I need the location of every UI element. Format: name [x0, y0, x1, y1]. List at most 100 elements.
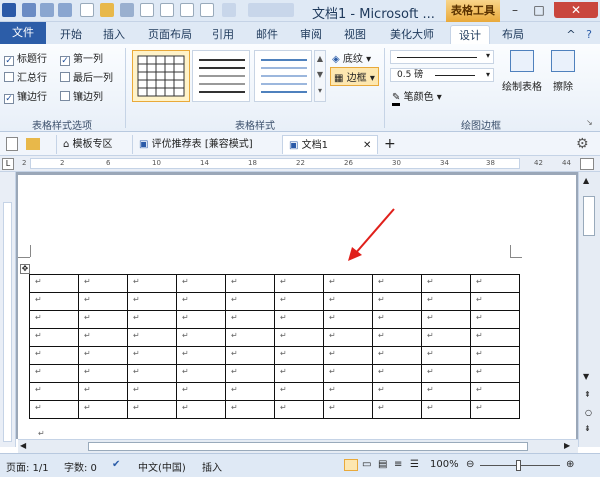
table-cell[interactable]: ↵ — [421, 310, 471, 329]
table-cell[interactable]: ↵ — [127, 310, 177, 329]
tab-page-layout[interactable]: 页面布局 — [140, 25, 200, 44]
table-cell[interactable]: ↵ — [29, 328, 79, 347]
table-cell[interactable]: ↵ — [421, 364, 471, 383]
prev-page-icon[interactable]: ⇞ — [584, 390, 591, 399]
shading-button[interactable]: ◈ 底纹 ▾ — [332, 50, 371, 65]
borders-qat-icon[interactable] — [248, 3, 294, 17]
table-cell[interactable]: ↵ — [176, 364, 226, 383]
table-cell[interactable]: ↵ — [29, 382, 79, 401]
gear-icon[interactable]: ⚙ — [576, 135, 589, 154]
table-cell[interactable]: ↵ — [470, 328, 520, 347]
table-cell[interactable]: ↵ — [274, 328, 324, 347]
table-cell[interactable]: ↵ — [274, 346, 324, 365]
table-cell[interactable]: ↵ — [176, 274, 226, 293]
style-gallery-scroll[interactable]: ▲ ▼ ▾ — [314, 50, 326, 102]
table-cell[interactable]: ↵ — [78, 382, 128, 401]
table-cell[interactable]: ↵ — [470, 400, 520, 419]
table-cell[interactable]: ↵ — [225, 274, 275, 293]
zoom-level[interactable]: 100% — [430, 459, 459, 470]
table-cell[interactable]: ↵ — [78, 346, 128, 365]
open-icon[interactable] — [100, 3, 114, 17]
table-cell[interactable]: ↵ — [29, 292, 79, 311]
table-cell[interactable]: ↵ — [372, 346, 422, 365]
first-column-checkbox[interactable]: ✓ 第一列 — [60, 50, 103, 66]
table-cell[interactable]: ↵ — [176, 310, 226, 329]
table-cell[interactable]: ↵ — [78, 274, 128, 293]
page-count[interactable]: 页面: 1/1 — [6, 459, 49, 474]
table-cell[interactable]: ↵ — [470, 382, 520, 401]
table-cell[interactable]: ↵ — [78, 310, 128, 329]
table-cell[interactable]: ↵ — [372, 382, 422, 401]
scroll-left-icon[interactable]: ◀ — [20, 441, 26, 450]
format-icon[interactable] — [222, 3, 236, 17]
table-cell[interactable]: ↵ — [274, 310, 324, 329]
tab-layout[interactable]: 布局 — [496, 25, 530, 44]
vertical-scrollbar[interactable]: ▲ ▼ ⇞ ○ ⇟ — [578, 172, 600, 447]
table-cell[interactable]: ↵ — [372, 400, 422, 419]
table-icon[interactable] — [140, 3, 154, 17]
close-button[interactable]: ✕ — [554, 2, 598, 18]
last-column-checkbox[interactable]: 最后一列 — [60, 69, 113, 84]
table-style-light-blue[interactable] — [254, 50, 312, 102]
draft-icon[interactable]: ☰ — [410, 459, 419, 470]
table-cell[interactable]: ↵ — [127, 292, 177, 311]
table-cell[interactable]: ↵ — [470, 364, 520, 383]
table-cell[interactable]: ↵ — [323, 328, 373, 347]
minimize-button[interactable]: – — [504, 2, 526, 18]
table-cell[interactable]: ↵ — [323, 274, 373, 293]
view-ruler-icon[interactable] — [580, 158, 594, 170]
document-table[interactable]: ↵ ↵ ↵ ↵ ↵ ↵ ↵ ↵ ↵ ↵ ↵ ↵ ↵ ↵ ↵ ↵ ↵ ↵ ↵ ↵ ↵ ↵ ↵ ↵ ↵ ↵ ↵ ↵ ↵ ↵ ↵ ↵ ↵ ↵ ↵ ↵ ↵ ↵ ↵ ↵… — [29, 274, 520, 419]
tab-file[interactable]: 文件 — [0, 22, 46, 44]
print-layout-icon[interactable] — [344, 459, 358, 471]
add-tab-button[interactable]: + — [384, 135, 396, 154]
table-cell[interactable]: ↵ — [225, 310, 275, 329]
table-cell[interactable]: ↵ — [176, 400, 226, 419]
table-cell[interactable]: ↵ — [78, 328, 128, 347]
table-cell[interactable]: ↵ — [274, 364, 324, 383]
folder-icon[interactable] — [26, 138, 40, 150]
table-cell[interactable]: ↵ — [470, 274, 520, 293]
scroll-down-icon[interactable]: ▼ — [583, 372, 589, 381]
next-page-icon[interactable]: ⇟ — [584, 424, 591, 433]
table-cell[interactable]: ↵ — [421, 346, 471, 365]
web-layout-icon[interactable]: ▤ — [378, 459, 387, 470]
insert-mode[interactable]: 插入 — [202, 459, 222, 474]
table-style-grid[interactable] — [132, 50, 190, 102]
zoom-out-icon[interactable]: ⊖ — [466, 459, 474, 470]
table-cell[interactable]: ↵ — [127, 328, 177, 347]
outline-icon[interactable]: ≡ — [394, 459, 402, 470]
table-cell[interactable]: ↵ — [323, 292, 373, 311]
table-cell[interactable]: ↵ — [78, 400, 128, 419]
close-tab-icon[interactable]: ✕ — [363, 136, 371, 155]
maximize-button[interactable]: □ — [528, 2, 550, 18]
insert-table-icon[interactable] — [180, 3, 194, 17]
full-screen-icon[interactable]: ▭ — [362, 459, 371, 470]
save-icon[interactable] — [22, 3, 36, 17]
zoom-in-icon[interactable]: ⊕ — [566, 459, 574, 470]
tab-mailings[interactable]: 邮件 — [250, 25, 284, 44]
table-cell[interactable]: ↵ — [470, 310, 520, 329]
table-cell[interactable]: ↵ — [274, 274, 324, 293]
borders-button[interactable]: ▦ 边框 ▾ — [330, 67, 379, 86]
new-document-icon[interactable] — [6, 137, 18, 151]
pen-weight-dropdown[interactable]: 0.5 磅 ▾ — [390, 68, 494, 82]
word-count[interactable]: 字数: 0 — [64, 459, 97, 474]
table-cell[interactable]: ↵ — [274, 382, 324, 401]
undo-icon[interactable] — [40, 3, 54, 17]
table-cell[interactable]: ↵ — [176, 328, 226, 347]
table-cell[interactable]: ↵ — [470, 346, 520, 365]
tab-design[interactable]: 设计 — [450, 25, 490, 44]
scrollbar-thumb[interactable] — [583, 196, 595, 236]
table-cell[interactable]: ↵ — [29, 346, 79, 365]
tab-beautify[interactable]: 美化大师 — [384, 25, 440, 44]
table-cell[interactable]: ↵ — [372, 328, 422, 347]
table-cell[interactable]: ↵ — [421, 292, 471, 311]
tab-template-zone[interactable]: ⌂ 模板专区 — [56, 135, 128, 154]
horizontal-ruler[interactable]: L 2 2 6 10 14 18 22 26 30 34 38 42 44 — [0, 156, 600, 172]
vertical-ruler[interactable] — [0, 172, 16, 447]
redo-icon[interactable] — [58, 3, 72, 17]
scroll-up-icon[interactable]: ▲ — [583, 176, 589, 185]
table-cell[interactable]: ↵ — [78, 364, 128, 383]
tab-review[interactable]: 审阅 — [294, 25, 328, 44]
browse-object-icon[interactable]: ○ — [585, 408, 592, 417]
